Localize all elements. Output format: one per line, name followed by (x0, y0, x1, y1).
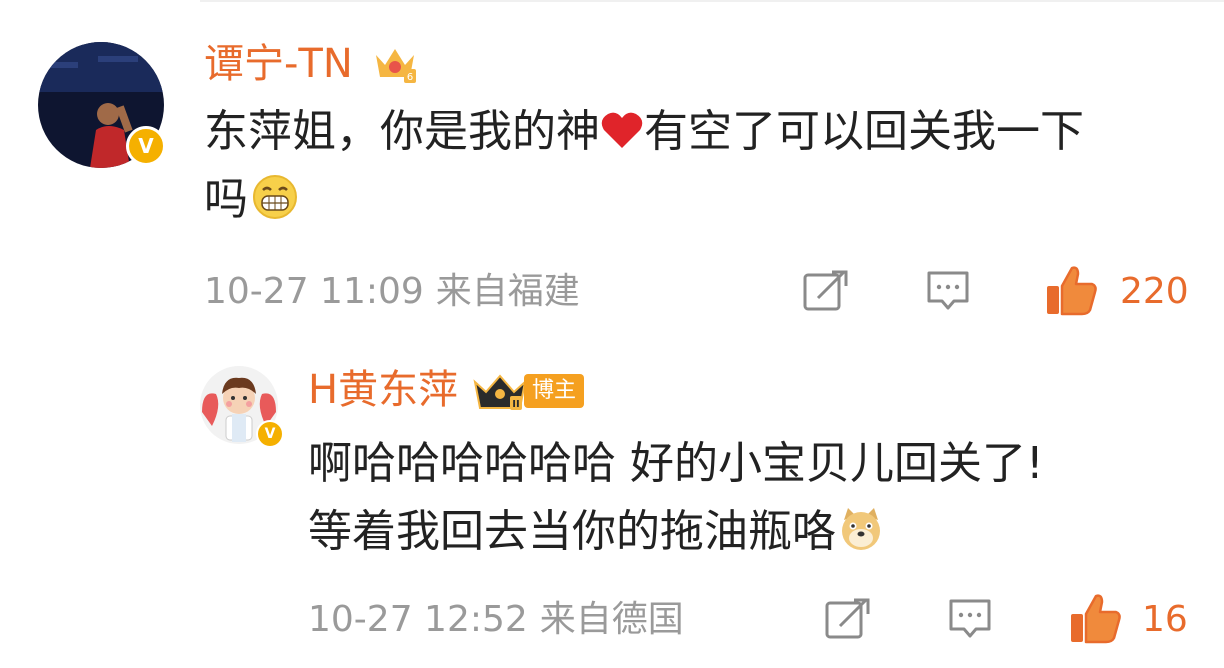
comment-location: 来自德国 (539, 599, 684, 640)
crown-level-icon: 6 (375, 49, 416, 83)
like-count: 220 (1120, 271, 1189, 312)
comment-text: 东萍姐，你是我的神 有空了可以回关我一下 吗 (204, 106, 1084, 225)
comment-text: 啊哈哈哈哈哈哈 好的小宝贝儿回关了! 等着我回去当你的拖油瓶咯 (308, 430, 1188, 566)
comment-meta: 10-27 11:09 来自福建 (204, 270, 592, 314)
share-icon (825, 598, 870, 639)
comment-icon (927, 271, 969, 310)
grin-emoji-icon (253, 175, 297, 219)
comment-date: 10-27 12:52 (308, 599, 528, 640)
like-count: 16 (1142, 599, 1188, 640)
comment-button[interactable] (924, 268, 972, 318)
crown-ii-icon: II (473, 374, 527, 410)
verified-badge-icon: V (126, 126, 166, 166)
avatar[interactable]: V (200, 366, 284, 448)
doge-emoji-icon (842, 508, 880, 550)
comment-meta: 10-27 12:52 来自德国 (308, 598, 696, 642)
verified-badge-icon: V (256, 420, 284, 448)
avatar[interactable]: V (38, 42, 166, 168)
share-icon (803, 270, 848, 311)
like-icon (1071, 594, 1121, 644)
divider (200, 0, 1224, 2)
share-button[interactable] (824, 596, 872, 646)
svg-text:II: II (512, 399, 519, 410)
share-button[interactable] (802, 268, 850, 318)
heart-emoji-icon (601, 112, 643, 148)
comment-button[interactable] (946, 596, 994, 646)
comment-icon (949, 599, 991, 638)
comment-location: 来自福建 (435, 271, 580, 312)
comment-username[interactable]: 谭宁-TN 6 (204, 40, 418, 88)
comment-text-line: 啊哈哈哈哈哈哈 好的小宝贝儿回关了! (308, 438, 1044, 489)
like-button[interactable] (1044, 264, 1098, 320)
like-icon (1047, 266, 1097, 316)
blogger-badge: 博主 (524, 374, 585, 408)
comment-username[interactable]: H黄东萍 (308, 366, 458, 414)
comment-date: 10-27 11:09 (204, 271, 424, 312)
svg-text:6: 6 (406, 72, 412, 83)
like-button[interactable] (1068, 592, 1122, 648)
